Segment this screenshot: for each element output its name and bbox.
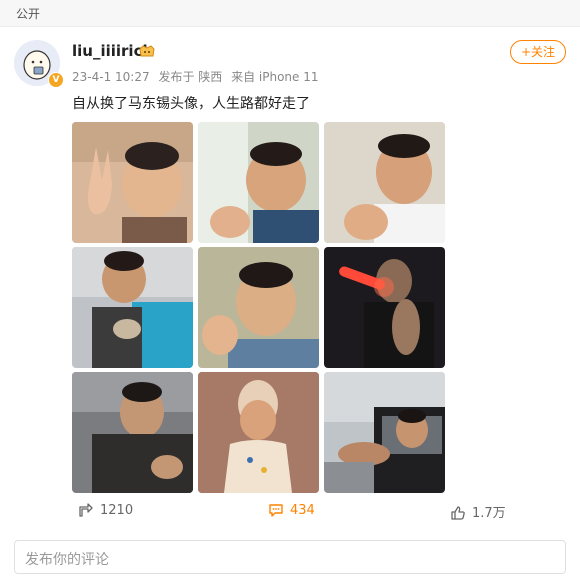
photo-7[interactable] xyxy=(72,372,193,493)
photo-2[interactable] xyxy=(198,122,319,243)
comment-count: 434 xyxy=(290,503,315,518)
post-meta: 23-4-1 10:27 发布于 陕西 来自 iPhone 11 xyxy=(72,68,324,85)
post-device: 来自 iPhone 11 xyxy=(231,70,319,84)
comment-input[interactable]: 发布你的评论 xyxy=(14,540,566,574)
visibility-label: 公开 xyxy=(16,7,41,21)
action-bar: 1210 434 1.7万 xyxy=(0,500,580,526)
like-count: 1.7万 xyxy=(472,506,506,521)
comment-icon xyxy=(269,504,283,517)
photo-1[interactable] xyxy=(72,122,193,243)
photo-5[interactable] xyxy=(198,247,319,368)
follow-button[interactable]: +关注 xyxy=(510,40,566,64)
member-badge-icon xyxy=(139,45,155,57)
photo-6[interactable] xyxy=(324,247,445,368)
repost-count: 1210 xyxy=(100,503,134,518)
post-location: 发布于 陕西 xyxy=(158,70,223,84)
thumbs-up-icon xyxy=(451,506,465,520)
photo-9[interactable] xyxy=(324,372,445,493)
photo-grid xyxy=(72,122,445,494)
photo-3[interactable] xyxy=(324,122,445,243)
photo-4[interactable] xyxy=(72,247,193,368)
comment-button[interactable]: 434 xyxy=(268,502,315,518)
photo-8[interactable] xyxy=(198,372,319,493)
like-button[interactable]: 1.7万 xyxy=(450,502,506,521)
post-date: 23-4-1 10:27 xyxy=(72,70,150,84)
repost-button[interactable]: 1210 xyxy=(78,502,133,518)
post-text: 自从换了马东锡头像，人生路都好走了 xyxy=(72,96,310,112)
verified-badge-icon: V xyxy=(48,72,64,88)
repost-icon xyxy=(79,503,93,517)
top-bar: 公开 xyxy=(0,0,580,27)
